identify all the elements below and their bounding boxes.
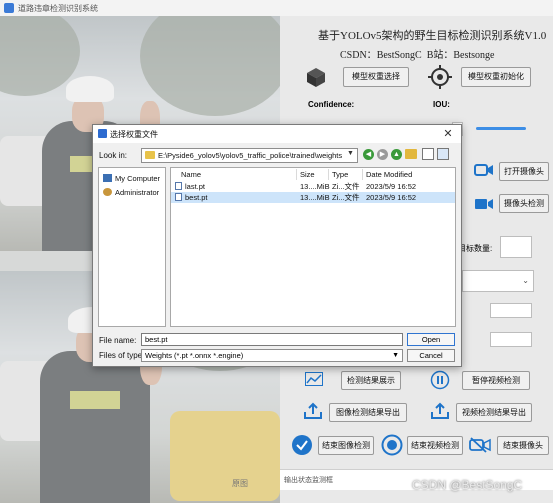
export-video-button[interactable]: 视频检测结果导出 (456, 403, 532, 422)
parent-folder-icon[interactable]: ▲ (391, 149, 402, 160)
pause-video-button[interactable]: 暂停视频检测 (462, 371, 530, 390)
look-in-combo[interactable]: E:\Pyside6_yolov5\yolov5_traffic_police\… (141, 148, 358, 163)
detail-view-icon[interactable] (437, 148, 449, 160)
back-icon[interactable]: ◀ (363, 149, 374, 160)
target-icon (428, 65, 452, 91)
dialog-title-bar: 选择权重文件 ✕ (93, 125, 461, 143)
stop-circle-icon (381, 434, 403, 458)
file-type-label: Files of type: (99, 351, 145, 360)
column-date[interactable]: Date Modified (363, 169, 457, 180)
title-bar: 道路违章检测识别系统 (0, 0, 553, 17)
chevron-down-icon: ▼ (392, 352, 399, 359)
file-type-value: Weights (*.pt *.onnx *.engine) (145, 351, 244, 360)
file-dialog: 选择权重文件 ✕ Look in: E:\Pyside6_yolov5\yolo… (92, 124, 462, 367)
file-size: 13....MiB (300, 193, 330, 202)
coord-field-1 (490, 303, 532, 318)
cube-icon (305, 66, 327, 90)
dialog-icon (98, 129, 107, 138)
cancel-button[interactable]: Cancel (407, 349, 455, 362)
computer-icon (103, 174, 112, 182)
dialog-title: 选择权重文件 (110, 130, 158, 139)
end-video-button[interactable]: 结束视频检测 (407, 436, 463, 455)
file-row-best[interactable]: best.pt 13....MiB Zi...文件 2023/5/9 16:52 (171, 192, 455, 203)
file-date: 2023/5/9 16:52 (366, 193, 417, 202)
file-type: Zi...文件 (332, 182, 360, 191)
window-title: 道路违章检测识别系统 (18, 4, 98, 13)
model-init-button[interactable]: 模型权重初始化 (461, 67, 531, 87)
file-name-cell: best.pt (175, 192, 208, 203)
class-select[interactable]: ⌄ (462, 270, 534, 292)
target-count-label: 目标数量: (458, 244, 493, 253)
camera-off-icon (469, 437, 491, 455)
file-name-cell: last.pt (175, 181, 205, 192)
model-select-button[interactable]: 模型权重选择 (343, 67, 409, 87)
end-image-button[interactable]: 结束图像检测 (318, 436, 374, 455)
image-watermark: 原图 (232, 479, 248, 488)
new-folder-icon[interactable] (405, 149, 417, 159)
places-sidebar: My Computer Administrator (98, 167, 166, 327)
file-size: 13....MiB (300, 182, 330, 191)
chart-icon (305, 372, 323, 388)
file-date: 2023/5/9 16:52 (366, 182, 417, 191)
bili-value: Bestsonge (453, 50, 495, 61)
folder-icon (145, 151, 155, 159)
export-image-button[interactable]: 图像检测结果导出 (329, 403, 407, 422)
place-administrator[interactable]: Administrator (103, 188, 159, 197)
look-in-path: E:\Pyside6_yolov5\yolov5_traffic_police\… (158, 151, 343, 160)
chevron-down-icon: ▼ (347, 150, 354, 157)
upload-icon (430, 402, 450, 422)
column-name[interactable]: Name (171, 169, 297, 180)
place-label: My Computer (115, 174, 161, 183)
file-icon (175, 182, 182, 190)
iou-label: IOU: (433, 100, 450, 109)
csdn-info: CSDN：BestSongC B站：Bestsonge (340, 46, 494, 61)
confidence-label: Confidence: (308, 100, 355, 109)
check-circle-icon (291, 434, 313, 458)
close-icon[interactable]: ✕ (441, 127, 455, 141)
file-name-label: File name: (99, 336, 137, 345)
status-text: 输出状态监测框 (284, 477, 333, 484)
file-icon (175, 193, 182, 201)
open-camera-button[interactable]: 打开摄像头 (499, 162, 549, 181)
app-icon (4, 3, 14, 13)
coord-field-2 (490, 332, 532, 347)
show-result-button[interactable]: 检测结果展示 (341, 371, 401, 390)
bili-label: B站： (426, 50, 454, 61)
csdn-label: CSDN： (340, 50, 377, 61)
pause-icon (430, 370, 450, 392)
file-name: last.pt (185, 182, 206, 191)
video-camera-icon (474, 163, 494, 179)
end-camera-button[interactable]: 结束摄像头 (497, 436, 549, 455)
camera-detect-button[interactable]: 摄像头检测 (499, 194, 549, 213)
file-type-select[interactable]: Weights (*.pt *.onnx *.engine) ▼ (141, 349, 403, 362)
file-name-input[interactable] (141, 333, 403, 346)
file-row-last[interactable]: last.pt 13....MiB Zi...文件 2023/5/9 16:52 (171, 181, 455, 192)
open-button[interactable]: Open (407, 333, 455, 346)
column-type[interactable]: Type (329, 169, 363, 180)
file-type: Zi...文件 (332, 193, 360, 202)
user-icon (103, 188, 112, 196)
place-label: Administrator (115, 188, 160, 197)
chevron-down-icon: ⌄ (522, 276, 529, 285)
look-in-label: Look in: (99, 151, 128, 160)
target-count-field (500, 236, 532, 258)
app-heading: 基于YOLOv5架构的野生目标检测识别系统V1.0 (318, 30, 547, 42)
upload-icon (303, 402, 323, 422)
file-name: best.pt (185, 193, 208, 202)
file-list: Name Size Type Date Modified last.pt 13.… (170, 167, 456, 327)
place-my-computer[interactable]: My Computer (103, 174, 160, 183)
forward-icon[interactable]: ▶ (377, 149, 388, 160)
column-size[interactable]: Size (297, 169, 329, 180)
iou-slider[interactable] (476, 127, 526, 130)
csdn-value: BestSongC (376, 50, 422, 61)
csdn-watermark: CSDN @BestSongC (412, 478, 523, 492)
camera-icon (474, 197, 494, 213)
list-view-icon[interactable] (422, 148, 434, 160)
